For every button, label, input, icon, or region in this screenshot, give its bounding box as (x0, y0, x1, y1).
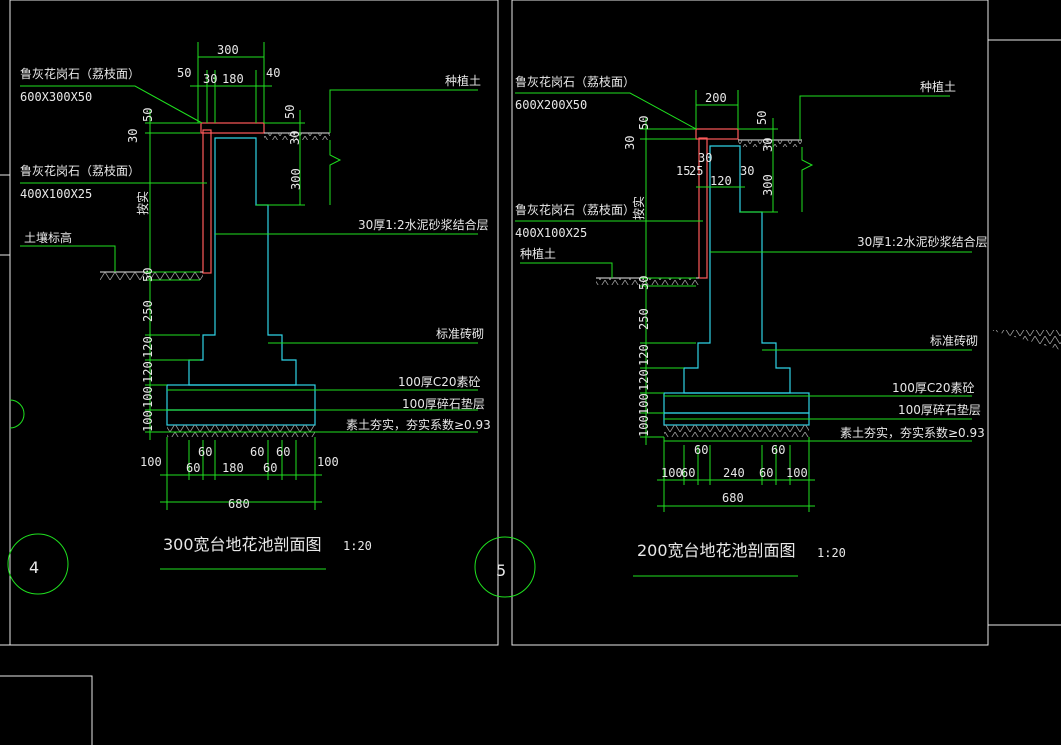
left-dim-b-60c: 60 (276, 445, 290, 459)
right-compacted-soil (664, 425, 809, 437)
left-dim-top-b: 30 (203, 72, 217, 86)
right-dim-b-60a: 60 (694, 443, 708, 457)
right-dim-100a: 100 (637, 393, 651, 415)
left-topsoil-leader (329, 89, 478, 133)
right-section-labels: 鲁灰花岗石（荔枝面） 600X200X50 鲁灰花岗石（荔枝面） 400X100… (496, 74, 988, 580)
left-drawing-title: 300宽台地花池剖面图 (163, 535, 322, 554)
right-dim-120: 120 (710, 174, 732, 188)
left-dim-50b: 50 (141, 268, 155, 282)
right-dim-b-total: 680 (722, 491, 744, 505)
left-dim-b-60a: 60 (198, 445, 212, 459)
left-cap-size: 600X300X50 (20, 90, 92, 104)
left-compacted-soil (167, 425, 315, 437)
right-dim-50a: 50 (637, 116, 651, 130)
right-dim-25: 25 (689, 164, 703, 178)
left-dim-top-c: 180 (222, 72, 244, 86)
right-dim-120b: 120 (637, 369, 651, 391)
left-variable-label: 按实 (135, 191, 150, 215)
right-dim-b-60b: 60 (771, 443, 785, 457)
right-dim-50b: 50 (637, 276, 651, 290)
left-dim-250: 250 (141, 300, 155, 322)
left-concrete-layer (166, 384, 316, 411)
left-dim-100a: 100 (141, 386, 155, 408)
left-facing-size: 400X100X25 (20, 187, 92, 201)
left-section-drawing (7, 42, 478, 595)
right-dim-b-60r: 60 (759, 466, 773, 480)
right-dim-b-240: 240 (723, 466, 745, 480)
right-cap-label: 鲁灰花岗石（荔枝面） (515, 74, 635, 89)
left-dim-right-30: 30 (288, 131, 302, 145)
right-dim-b-100r: 100 (786, 466, 808, 480)
right-dim-b-100l: 100 (661, 466, 683, 480)
left-dim-100b: 100 (141, 410, 155, 432)
left-dim-b-60b: 60 (250, 445, 264, 459)
right-dim-100b: 100 (637, 415, 651, 437)
left-cap-label: 鲁灰花岗石（荔枝面） (20, 66, 140, 81)
left-soil-level-leader (20, 245, 116, 272)
left-gravel-label: 100厚碎石垫层 (402, 396, 485, 411)
right-facing-label: 鲁灰花岗石（荔枝面） (515, 202, 635, 217)
right-mortar-label: 30厚1:2水泥砂浆结合层 (857, 234, 988, 249)
left-dim-120b: 120 (141, 361, 155, 383)
left-dim-b-60d: 60 (186, 461, 200, 475)
left-dim-b-60e: 60 (263, 461, 277, 475)
right-dim-cap-h: 50 (755, 111, 769, 125)
left-dim-top-total: 300 (217, 43, 239, 57)
adjacent-frame-lower-left (0, 675, 93, 745)
left-facing-label: 鲁灰花岗石（荔枝面） (20, 163, 140, 178)
left-dim-b-180: 180 (222, 461, 244, 475)
right-dim-30b: 30 (740, 164, 754, 178)
right-gravel-label: 100厚碎石垫层 (898, 402, 981, 417)
right-drawing-title: 200宽台地花池剖面图 (637, 541, 796, 560)
right-dim-30: 30 (623, 136, 637, 150)
right-dim-b-60l: 60 (681, 466, 695, 480)
right-topsoil-left-label: 种植土 (520, 246, 556, 261)
right-topsoil-label: 种植土 (920, 79, 956, 94)
left-topsoil-label: 种植土 (445, 73, 481, 88)
right-variable-label: 按实 (631, 196, 646, 220)
right-compact-label: 素土夯实，夯实系数≥0.93 (840, 425, 985, 440)
left-dim-b-100r: 100 (317, 455, 339, 469)
left-dim-30: 30 (126, 129, 140, 143)
right-dim-30a: 30 (698, 151, 712, 165)
right-bubble-number: 5 (496, 561, 506, 580)
left-drawing-scale: 1:20 (343, 539, 372, 553)
right-dim-120a: 120 (637, 344, 651, 366)
left-mortar-label: 30厚1:2水泥砂浆结合层 (358, 217, 489, 232)
left-compact-label: 素土夯实，夯实系数≥0.93 (346, 417, 491, 432)
left-granite-facing (202, 129, 212, 274)
right-topsoil-leader (799, 95, 950, 140)
left-gravel-layer (166, 409, 316, 426)
left-soil-level-label: 土壤标高 (24, 230, 72, 245)
left-dim-top-a: 50 (177, 66, 191, 80)
left-dim-top-d: 40 (266, 66, 280, 80)
left-dim-50a: 50 (141, 108, 155, 122)
left-brick-label: 标准砖砌 (436, 326, 484, 341)
right-topsoil-left-leader (520, 262, 613, 278)
right-dim-right-300: 300 (761, 174, 775, 196)
left-dim-cap-h: 50 (283, 105, 297, 119)
right-dim-top-total: 200 (705, 91, 727, 105)
left-bubble-number: 4 (29, 558, 39, 577)
adjacent-soil-fragment (990, 330, 1061, 350)
cad-drawing-canvas[interactable]: 鲁灰花岗石（荔枝面） 600X300X50 鲁灰花岗石（荔枝面） 400X100… (0, 0, 1061, 745)
right-dim-right-30: 30 (761, 138, 775, 152)
right-section-drawing (474, 90, 972, 598)
left-brick-body (188, 137, 297, 386)
right-facing-size: 400X100X25 (515, 226, 587, 240)
right-dim-250: 250 (637, 308, 651, 330)
left-dim-120a: 120 (141, 336, 155, 358)
right-drawing-scale: 1:20 (817, 546, 846, 560)
left-concrete-label: 100厚C20素砼 (398, 375, 481, 389)
left-dim-b-total: 680 (228, 497, 250, 511)
right-brick-label: 标准砖砌 (930, 333, 978, 348)
right-cap-size: 600X200X50 (515, 98, 587, 112)
left-dim-b-100l: 100 (140, 455, 162, 469)
left-dim-right-300: 300 (289, 168, 303, 190)
right-concrete-label: 100厚C20素砼 (892, 381, 975, 395)
